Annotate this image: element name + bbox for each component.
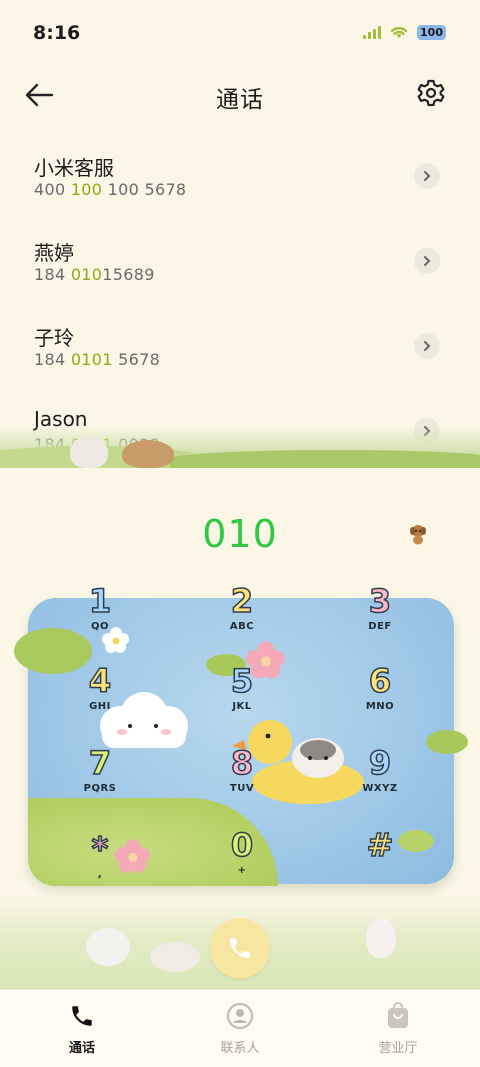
call-button[interactable] (210, 918, 270, 978)
phone-icon (230, 938, 250, 958)
shopping-bag-icon (388, 1002, 408, 1028)
contact-name: 子玲 (34, 326, 74, 350)
key-star[interactable]: * , (58, 831, 142, 898)
dial-keypad: 1 QO 2 ABC 3 DEF 4 GHI 5 JKL 6 MNO 7 PQR… (58, 580, 422, 880)
contact-item[interactable]: 子玲 184 0101 5678 (0, 310, 480, 395)
lily-pad (426, 730, 468, 754)
chevron-right-icon (424, 256, 431, 266)
battery-indicator: 100 (417, 24, 446, 40)
signal-icon (363, 25, 382, 39)
tab-label: 营业厅 (378, 1041, 418, 1056)
tab-contacts[interactable]: 联系人 (195, 1002, 285, 1056)
contact-number: 184 0101 5678 (34, 350, 161, 369)
key-7[interactable]: 7 PQRS (58, 745, 142, 812)
tab-service-hall[interactable]: 营业厅 (353, 1002, 443, 1056)
tab-label: 联系人 (220, 1041, 260, 1056)
key-3[interactable]: 3 DEF (338, 583, 422, 650)
bottom-navigation: 通话 联系人 营业厅 (0, 989, 480, 1067)
key-5[interactable]: 5 JKL (200, 663, 284, 730)
page-title: 通话 (216, 87, 264, 113)
status-icons: 100 (363, 24, 446, 40)
contact-details-button[interactable] (414, 248, 440, 274)
status-time: 8:16 (33, 22, 81, 44)
key-1[interactable]: 1 QO (58, 583, 142, 650)
contact-item[interactable]: 小米客服 400 100 100 5678 (0, 140, 480, 225)
contact-number: 184 01015689 (34, 265, 155, 284)
key-hash[interactable]: # (338, 827, 422, 894)
chevron-right-icon (424, 171, 431, 181)
status-bar: 8:16 100 (0, 0, 480, 62)
key-4[interactable]: 4 GHI (58, 663, 142, 730)
gear-icon (417, 79, 445, 107)
key-8[interactable]: 8 TUV (200, 745, 284, 812)
wifi-icon (390, 26, 408, 38)
chevron-right-icon (424, 341, 431, 351)
dog-sticker-icon[interactable] (408, 523, 428, 545)
sheep-figure (86, 928, 130, 966)
bunny-figure (70, 436, 108, 468)
key-9[interactable]: 9 WXYZ (338, 745, 422, 812)
key-2[interactable]: 2 ABC (200, 583, 284, 650)
contact-item[interactable]: 燕婷 184 01015689 (0, 225, 480, 310)
sheep-figure (150, 942, 200, 972)
person-icon (227, 1003, 253, 1029)
key-6[interactable]: 6 MNO (338, 663, 422, 730)
tab-calls[interactable]: 通话 (37, 1002, 127, 1056)
contact-details-button[interactable] (414, 333, 440, 359)
settings-button[interactable] (416, 78, 450, 112)
puppy-figure (122, 440, 174, 468)
key-0[interactable]: 0 + (200, 827, 284, 894)
tab-label: 通话 (68, 1041, 95, 1056)
contact-name: 燕婷 (34, 241, 74, 265)
phone-icon (72, 1006, 92, 1026)
contact-details-button[interactable] (414, 163, 440, 189)
contact-number: 400 100 100 5678 (34, 180, 187, 199)
meadow-decoration (0, 426, 480, 468)
contact-name: 小米客服 (34, 156, 114, 180)
bunny-figure (366, 918, 396, 958)
header: 通话 (0, 66, 480, 124)
